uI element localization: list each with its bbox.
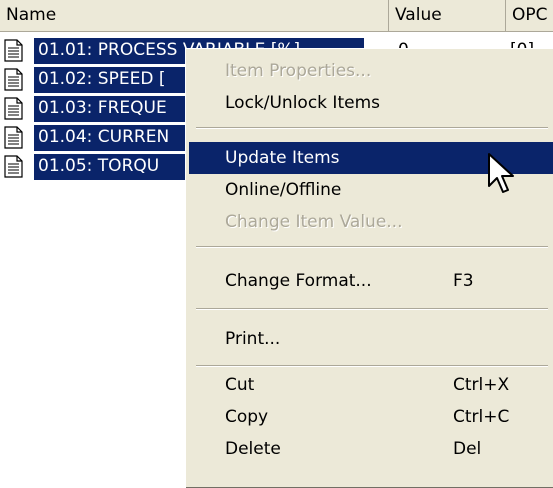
menu-item-label: Change Item Value...: [225, 212, 403, 232]
menu-item-properties: Item Properties...: [189, 55, 553, 87]
document-icon: [4, 39, 23, 62]
menu-item-label: Print...: [225, 329, 281, 349]
menu-cut[interactable]: Cut Ctrl+X: [189, 369, 553, 401]
menu-lock-unlock-items[interactable]: Lock/Unlock Items: [189, 87, 553, 119]
document-icon: [4, 126, 23, 149]
item-name: 01.04: CURREN: [38, 127, 170, 147]
menu-item-label: Update Items: [225, 148, 340, 168]
menu-item-shortcut: Ctrl+C: [453, 407, 510, 427]
document-icon: [4, 97, 23, 120]
menu-print[interactable]: Print...: [189, 323, 553, 355]
menu-item-shortcut: F3: [453, 271, 474, 291]
menu-item-label: Item Properties...: [225, 61, 372, 81]
menu-separator: [196, 365, 548, 367]
menu-item-label: Online/Offline: [225, 180, 342, 200]
list-header: Name Value OPC: [0, 0, 553, 32]
item-name: 01.05: TORQU: [38, 156, 160, 176]
column-header-name[interactable]: Name: [0, 0, 389, 31]
menu-item-label: Lock/Unlock Items: [225, 93, 380, 113]
menu-copy[interactable]: Copy Ctrl+C: [189, 401, 553, 433]
menu-item-label: Delete: [225, 439, 281, 459]
document-icon: [4, 68, 23, 91]
menu-item-label: Cut: [225, 375, 255, 395]
menu-delete[interactable]: Delete Del: [189, 433, 553, 465]
item-name: 01.02: SPEED [: [38, 69, 166, 89]
menu-item-label: Change Format...: [225, 271, 372, 291]
mouse-pointer-icon: [488, 153, 514, 193]
document-icon: [4, 155, 23, 178]
menu-change-format[interactable]: Change Format... F3: [189, 265, 553, 297]
menu-item-shortcut: Ctrl+X: [453, 375, 510, 395]
menu-change-item-value: Change Item Value...: [189, 206, 553, 238]
menu-separator: [196, 308, 548, 310]
menu-item-shortcut: Del: [453, 439, 482, 459]
menu-separator: [196, 127, 548, 129]
menu-item-label: Copy: [225, 407, 269, 427]
column-header-value[interactable]: Value: [389, 0, 506, 31]
item-name: 01.03: FREQUE: [38, 98, 167, 118]
menu-separator: [196, 246, 548, 248]
context-menu: Item Properties... Lock/Unlock Items Upd…: [185, 48, 553, 488]
column-header-opc[interactable]: OPC: [506, 0, 553, 31]
